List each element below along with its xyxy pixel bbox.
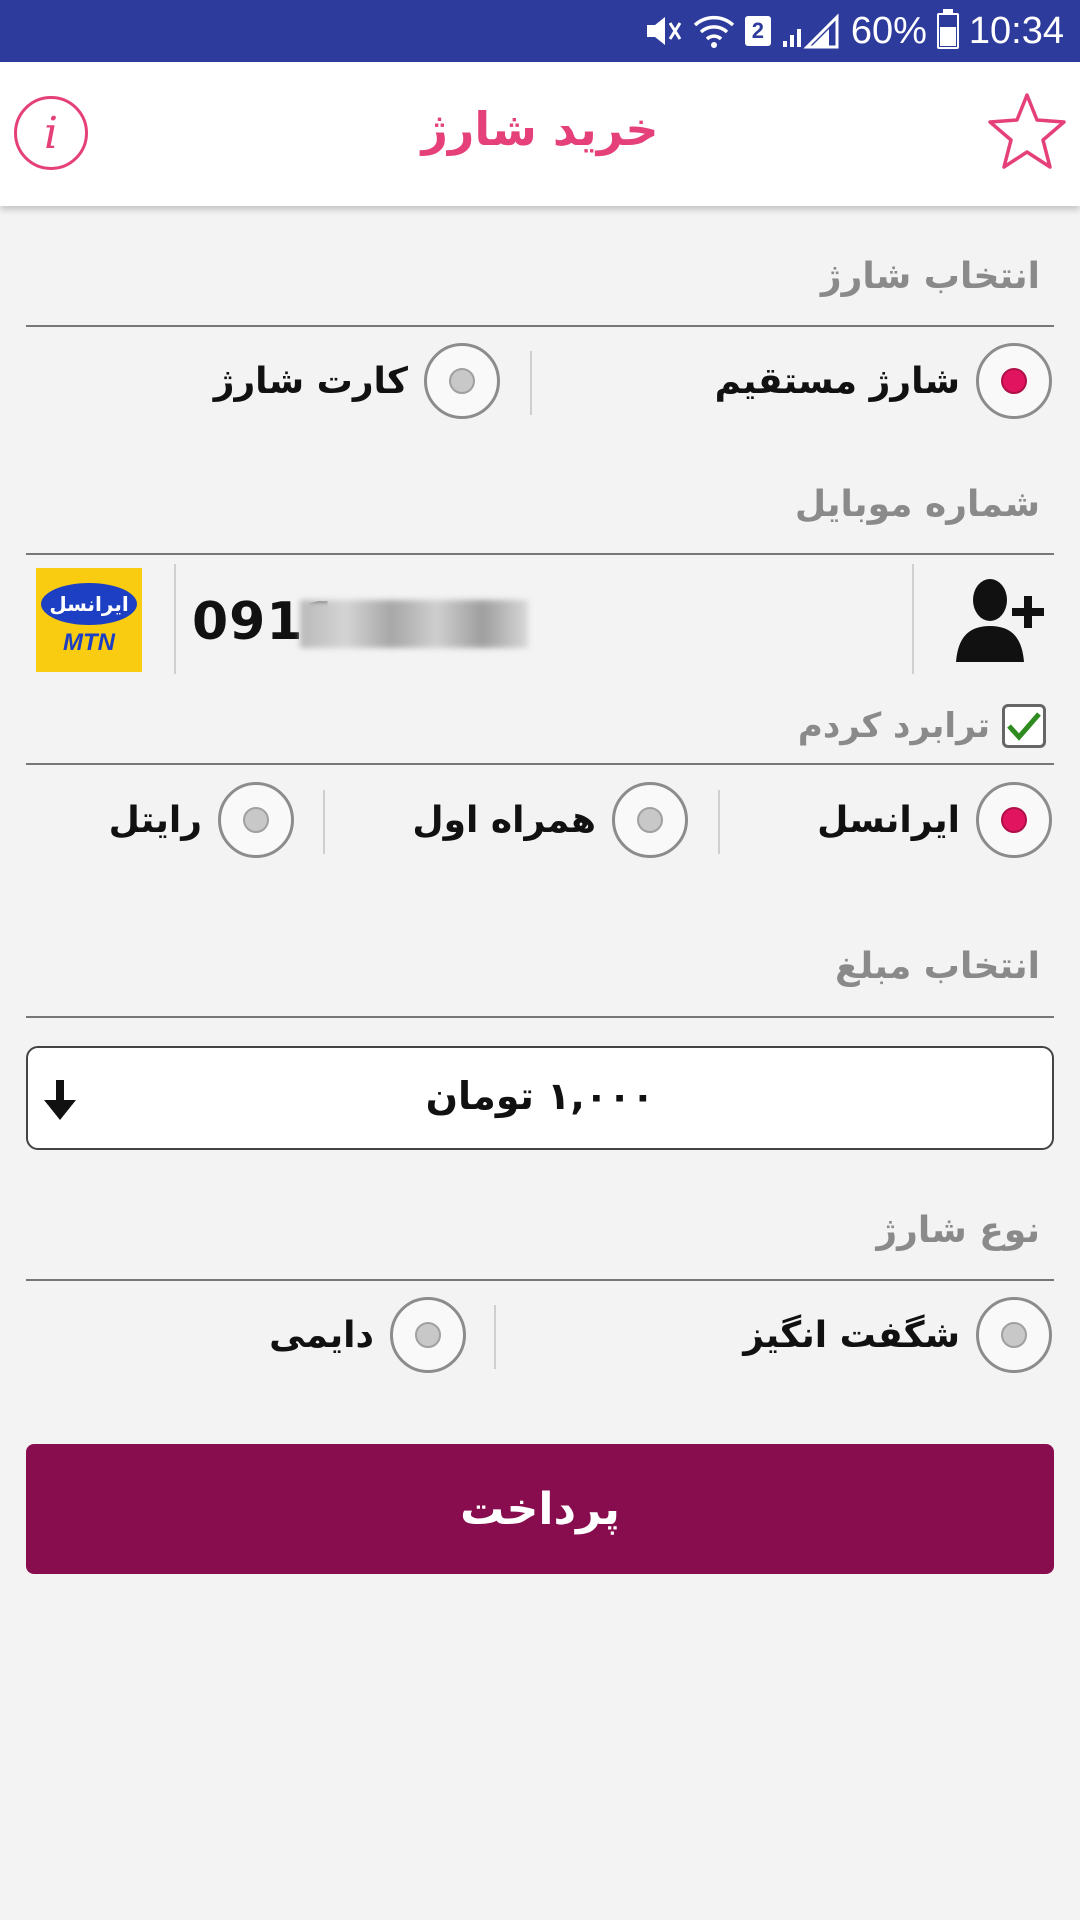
add-contact-icon <box>956 579 1044 662</box>
radio-label: ایرانسل <box>817 799 960 841</box>
logo-irancell-text: ایرانسل <box>41 583 137 625</box>
divider <box>26 763 1054 765</box>
status-icons: 2 60% 10:34 <box>643 0 1064 62</box>
signal-icon <box>781 13 841 49</box>
operator-radios: ایرانسل همراه اول رایتل <box>0 782 1080 862</box>
radio-dot <box>415 1322 441 1348</box>
check-icon <box>1007 712 1041 741</box>
radio-label: همراه اول <box>412 799 596 841</box>
divider <box>26 1279 1054 1281</box>
operator-logo: ایرانسل MTN <box>36 568 142 672</box>
radio-circle <box>424 343 500 419</box>
ported-label: ترابرد کردم <box>797 706 990 746</box>
ported-checkbox[interactable] <box>1002 704 1046 748</box>
favorite-button[interactable] <box>986 90 1068 172</box>
app-bar: i خرید شارژ <box>0 62 1080 206</box>
radio-circle <box>218 782 294 858</box>
ported-checkbox-row[interactable]: ترابرد کردم <box>798 704 1046 748</box>
phone-row: ایرانسل MTN 0911 <box>0 556 1080 678</box>
separator <box>912 564 914 674</box>
status-bar: 2 60% 10:34 <box>0 0 1080 62</box>
radio-dot <box>637 807 663 833</box>
radio-charge-card[interactable]: کارت شارژ <box>214 343 500 419</box>
divider <box>26 1016 1054 1018</box>
amount-title: انتخاب مبلغ <box>835 946 1040 987</box>
radio-label: کارت شارژ <box>213 360 408 402</box>
charge-selection-radios: شارژ مستقیم کارت شارژ <box>0 343 1080 423</box>
charge-type-title: نوع شارژ <box>876 1210 1040 1251</box>
add-contact-button[interactable] <box>952 574 1046 664</box>
radio-irancell[interactable]: ایرانسل <box>817 782 1052 858</box>
radio-circle <box>390 1297 466 1373</box>
battery-percent: 60% <box>850 9 927 52</box>
radio-circle <box>976 782 1052 858</box>
radio-circle <box>976 1297 1052 1373</box>
pay-button[interactable]: پرداخت <box>26 1444 1054 1574</box>
redacted-number <box>300 600 528 648</box>
radio-dot <box>243 807 269 833</box>
separator <box>530 351 532 415</box>
charge-selection-title: انتخاب شارژ <box>820 256 1040 297</box>
radio-dot <box>449 368 475 394</box>
sim-badge: 2 <box>744 16 771 46</box>
radio-direct-charge[interactable]: شارژ مستقیم <box>715 343 1052 419</box>
radio-permanent[interactable]: دایمی <box>269 1297 466 1373</box>
radio-dot <box>1001 368 1027 394</box>
radio-dot <box>1001 807 1027 833</box>
radio-amazing[interactable]: شگفت انگیز <box>743 1297 1052 1373</box>
radio-label: شگفت انگیز <box>743 1314 960 1356</box>
separator <box>494 1305 496 1369</box>
radio-label: شارژ مستقیم <box>714 360 960 402</box>
logo-mtn-text: MTN <box>63 629 115 656</box>
radio-label: رایتل <box>108 799 202 841</box>
divider <box>26 325 1054 327</box>
mute-icon <box>643 13 683 49</box>
page-title: خرید شارژ <box>421 102 659 156</box>
radio-circle <box>976 343 1052 419</box>
separator <box>718 790 720 854</box>
radio-label: دایمی <box>269 1314 374 1356</box>
charge-type-radios: شگفت انگیز دایمی <box>0 1297 1080 1377</box>
separator <box>174 564 176 674</box>
amount-value: ۱,۰۰۰ تومان <box>425 1074 655 1118</box>
clock: 10:34 <box>968 9 1064 52</box>
amount-select[interactable]: ۱,۰۰۰ تومان <box>26 1046 1054 1150</box>
radio-circle <box>612 782 688 858</box>
wifi-icon <box>693 13 735 49</box>
divider <box>26 553 1054 555</box>
radio-hamrah-aval[interactable]: همراه اول <box>412 782 688 858</box>
separator <box>323 790 325 854</box>
star-icon <box>988 93 1066 169</box>
radio-dot <box>1001 1322 1027 1348</box>
radio-rightel[interactable]: رایتل <box>109 782 294 858</box>
battery-icon <box>936 9 959 49</box>
mobile-number-title: شماره موبایل <box>794 484 1040 525</box>
